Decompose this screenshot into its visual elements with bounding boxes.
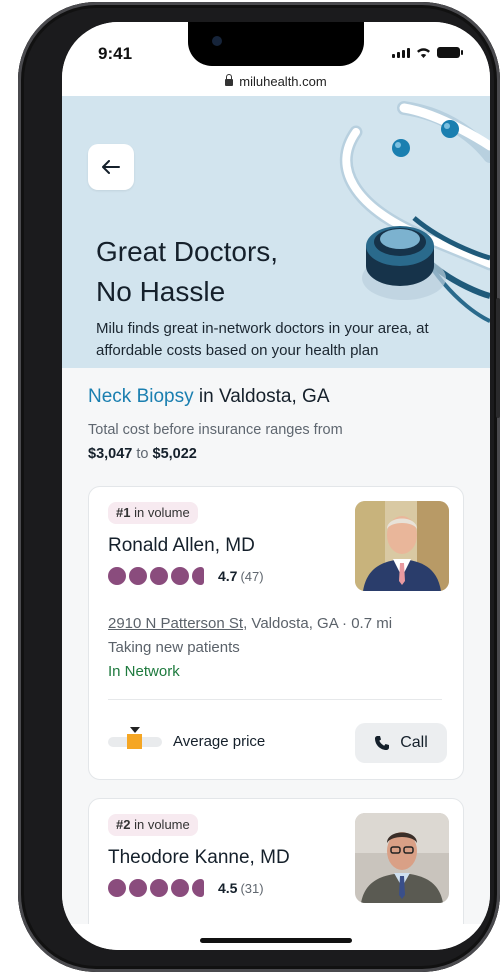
price-marker [127,734,142,749]
rank-number: #2 [116,817,131,832]
search-summary: Neck Biopsy in Valdosta, GA Total cost b… [88,386,464,496]
rating-dot [171,567,189,585]
cost-low: $3,047 [88,446,133,462]
rating-dot [108,879,126,897]
back-button[interactable] [88,144,134,190]
summary-location: in Valdosta, GA [198,386,330,407]
distance: · 0.7 mi [342,615,393,632]
cost-range: Total cost before insurance ranges from … [88,418,464,466]
status-time: 9:41 [98,44,133,63]
procedure-link[interactable]: Neck Biopsy [88,386,194,407]
rank-label: in volume [134,505,190,520]
cost-to: to [136,446,149,462]
address-city: , Valdosta, GA [243,615,338,632]
url-bar[interactable]: miluhealth.com [62,74,490,96]
doctor-photo [355,501,449,591]
rank-badge: #2 in volume [108,814,198,836]
rating: 4.7 (47) [108,567,264,585]
notch [188,22,364,66]
wifi-icon [417,48,430,58]
bottom-safe-area [62,924,490,950]
rating: 4.5 (31) [108,879,264,897]
page-title: Great Doctors, No Hassle [96,232,316,312]
review-count: (47) [240,568,264,584]
doctor-address: 2910 N Patterson St, Valdosta, GA · 0.7 … [108,615,392,632]
status-icons [392,47,463,58]
rating-dot [129,567,147,585]
call-button[interactable]: Call [355,723,447,763]
camera [212,36,222,46]
rating-dot [108,567,126,585]
doctor-photo [355,813,449,903]
rating-dot [129,879,147,897]
battery-icon [437,47,463,58]
side-button [496,298,500,418]
rank-label: in volume [134,817,190,832]
doctor-name[interactable]: Ronald Allen, MD [108,535,255,557]
call-label: Call [400,734,428,751]
title-line-2: No Hassle [96,276,226,307]
rank-badge: #1 in volume [108,502,198,524]
address-link[interactable]: 2910 N Patterson St [108,615,243,632]
rating-score: 4.7 [218,568,238,584]
price-pointer-icon [130,727,140,733]
signal-icon [392,48,410,58]
new-patients-status: Taking new patients [108,639,240,656]
cost-prefix: Total cost before insurance ranges from [88,422,343,438]
rating-dot [150,879,168,897]
rating-score: 4.5 [218,880,238,896]
hero-subtitle: Milu finds great in-network doctors in y… [96,320,429,359]
phone-frame: 9:41 miluhealth.com Great Doctors, No Ha… [18,2,500,972]
rating-dot [171,879,189,897]
doctor-card[interactable]: #1 in volume Ronald Allen, MD 4.7 (47) 2… [88,486,464,780]
rating-dot-partial [192,567,204,585]
url-text: miluhealth.com [239,74,327,89]
phone-icon [375,736,390,750]
price-label: Average price [173,733,266,750]
rating-dot-partial [192,879,204,897]
lock-icon [225,74,234,86]
doctor-name[interactable]: Theodore Kanne, MD [108,847,290,869]
screen: 9:41 miluhealth.com Great Doctors, No Ha… [62,22,490,950]
hero-section: Great Doctors, No Hassle Milu finds grea… [62,96,490,368]
title-line-1: Great Doctors, [96,236,279,267]
review-count: (31) [240,880,264,896]
home-indicator[interactable] [200,938,352,943]
rank-number: #1 [116,505,131,520]
back-arrow-icon [102,160,120,174]
rating-dot [150,567,168,585]
network-status: In Network [108,663,180,680]
summary-title: Neck Biopsy in Valdosta, GA [88,386,464,408]
doctor-card[interactable]: #2 in volume Theodore Kanne, MD 4.5 (31) [88,798,464,938]
results-section: Neck Biopsy in Valdosta, GA Total cost b… [62,368,490,938]
cost-high: $5,022 [152,446,197,462]
divider [108,699,442,700]
